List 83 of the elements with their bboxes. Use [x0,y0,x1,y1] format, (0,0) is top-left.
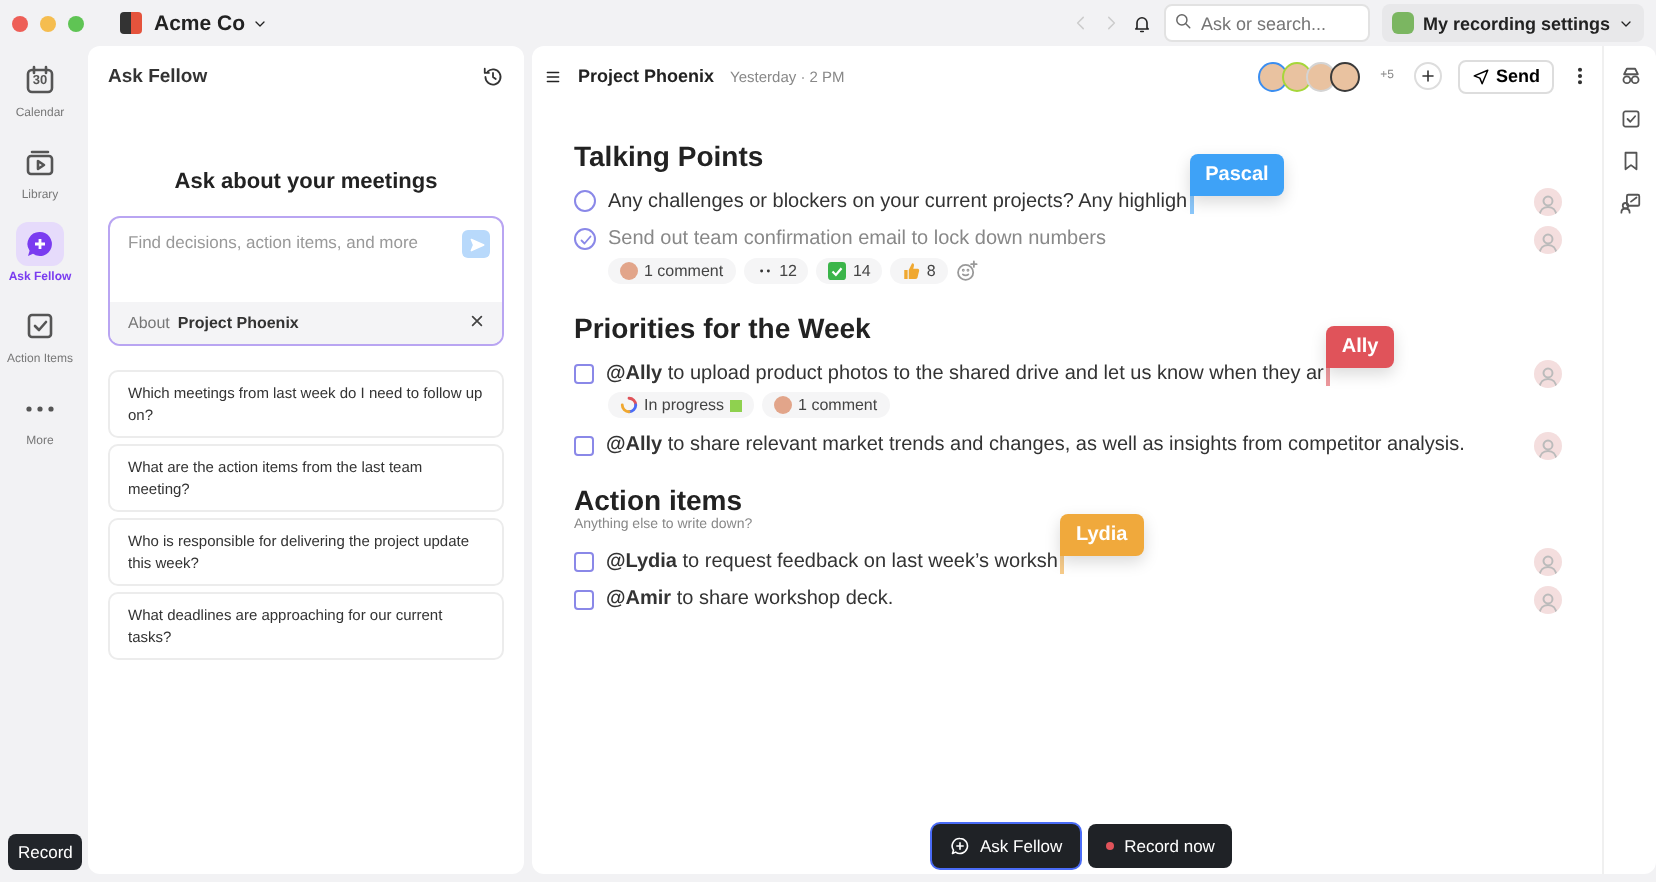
section-heading: Talking Points [574,140,766,172]
record-dot-icon [1106,842,1115,850]
attendee-avatar[interactable] [1330,61,1361,91]
topic-checkbox[interactable] [574,228,596,250]
search-icon [1174,12,1193,30]
smiley-plus-icon [955,260,978,282]
assignee-avatar[interactable] [1534,547,1562,575]
avatar-icon [620,262,638,280]
meeting-title: Project Phoenix [578,66,715,86]
avatar-icon [774,396,793,414]
assignee-avatar[interactable] [1534,431,1562,459]
reaction-chip[interactable]: 14 [816,258,883,284]
action-item-text: @Ally to upload product photos to the shared drive and let us know when they ar [606,362,1324,385]
comment-chip[interactable]: 1 comment [762,392,890,418]
assignee-avatar[interactable] [1534,187,1562,215]
assignee-avatar[interactable] [1534,359,1562,387]
task-list-icon [1619,108,1641,130]
talking-point-text: Send out team confirmation email to lock down numbers [608,228,1107,250]
chat-plus-icon [950,836,970,856]
person-icon [1536,589,1560,613]
ask-fellow-button[interactable]: Ask Fellow [932,824,1081,868]
task-checkbox[interactable] [574,551,594,571]
action-item-text: @Amir to share workshop deck. [606,588,894,610]
task-checkbox[interactable] [574,435,594,455]
calendar-icon [24,64,56,96]
talking-point-text: Any challenges or blockers on your current projects? Any highligh [608,190,1188,213]
menu-icon [544,67,562,85]
more-icon [26,405,54,411]
workspace-name[interactable]: Acme Co [154,11,246,35]
topic-checkbox[interactable] [574,190,596,212]
collaborator-label: Pascal [1189,153,1285,195]
add-reaction-button[interactable] [955,260,978,282]
context-label: About [128,314,170,332]
section-heading: Priorities for the Week [574,312,873,344]
paper-plane-icon [1471,67,1490,85]
bell-icon [1132,13,1153,33]
context-meeting: Project Phoenix [177,314,299,332]
reaction-chip[interactable]: 12 [743,258,809,284]
search-field[interactable]: Ask or search... [1164,4,1371,42]
person-icon [1536,435,1560,459]
video-library-icon [24,146,56,178]
checkbox-icon [24,310,56,342]
person-icon [1536,229,1560,253]
close-icon [470,314,484,328]
assignee-avatar[interactable] [1534,225,1562,253]
reaction-chip[interactable]: 8 [890,258,948,284]
send-arrow-icon [467,235,485,253]
panel-title: Ask Fellow [108,65,208,87]
thumbs-up-icon [902,262,921,280]
record-button[interactable]: Record [8,834,83,870]
check-icon [577,231,593,247]
plus-icon [1419,68,1436,84]
progress-icon [620,396,638,414]
check-mark-icon [828,262,847,280]
task-checkbox[interactable] [574,363,594,383]
person-icon [1536,191,1560,215]
bookmark-icon [1619,150,1641,172]
task-checkbox[interactable] [574,589,594,609]
section-heading: Action items [574,484,745,516]
action-item-text: @Ally to share relevant market trends and changes, as well as insights from competitor analysis. [606,434,1465,456]
ask-heading: Ask about your meetings [172,170,440,194]
close-window-button[interactable] [12,15,28,31]
history-icon [482,65,504,87]
assignee-avatar[interactable] [1534,585,1562,613]
person-icon [1536,363,1560,387]
send-button[interactable]: Send [1457,59,1554,93]
avatar-icon [1392,12,1415,34]
chat-plus-icon [24,228,56,260]
add-attendee-button[interactable] [1413,62,1442,90]
recording-settings-button[interactable]: My recording settings [1382,4,1644,42]
ask-input-field[interactable]: Find decisions, action items, and more About Project Phoenix [108,216,504,346]
action-item-text: @Lydia to request feedback on last week’s worksh [606,550,1058,573]
person-icon [1536,551,1560,575]
workspace-logo [120,12,142,34]
maximize-window-button[interactable] [68,15,84,31]
status-chip[interactable]: In progress [608,392,755,418]
record-now-button[interactable]: Record now [1088,824,1233,868]
history-button[interactable] [482,65,504,87]
collaborator-label: Lydia [1059,513,1144,555]
collaborator-label: Ally [1325,325,1395,367]
comment-chip[interactable]: 1 comment [608,258,736,284]
forward-arrow-icon [1102,13,1121,31]
presentation-icon [1619,192,1641,214]
